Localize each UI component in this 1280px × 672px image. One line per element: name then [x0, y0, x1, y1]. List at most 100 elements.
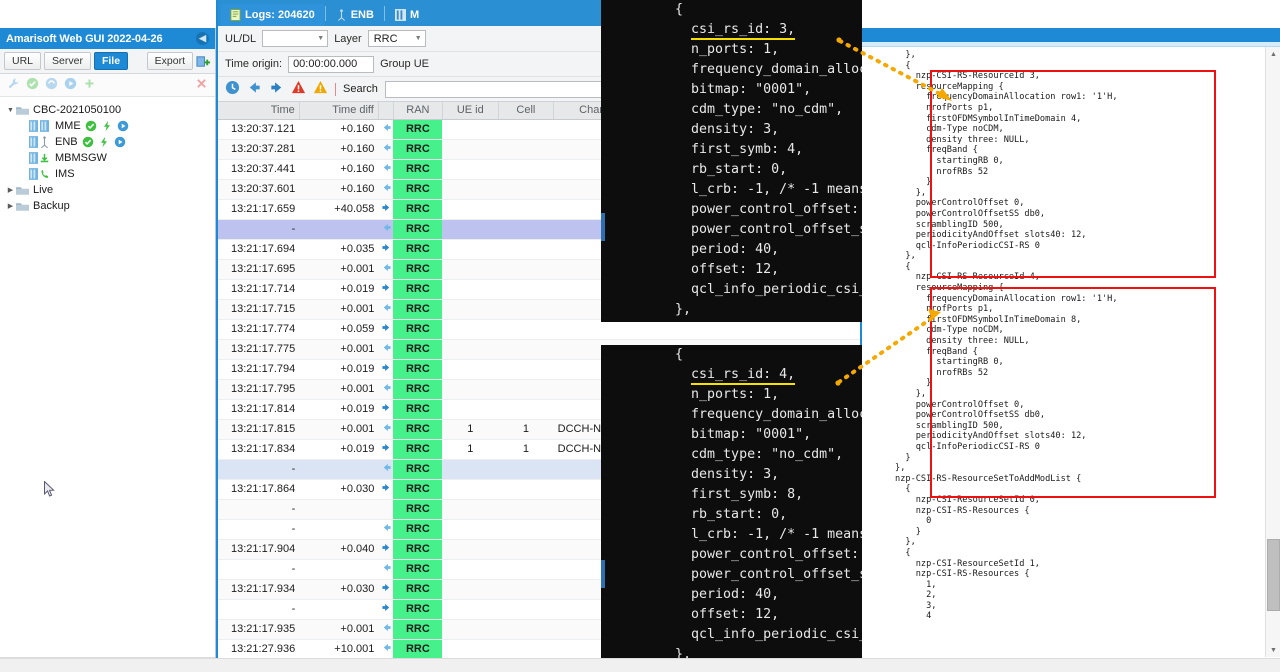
refresh-icon[interactable]: [45, 77, 58, 93]
download-icon: [40, 153, 49, 163]
warning-icon[interactable]: [313, 80, 328, 98]
delete-icon[interactable]: [195, 77, 208, 93]
cell-ran: RRC: [393, 419, 443, 440]
cell-cell: [498, 539, 554, 560]
cell-ran: RRC: [393, 139, 443, 160]
cell-direction: [378, 599, 394, 620]
tree-item-enb[interactable]: ENB: [3, 134, 215, 150]
bolt-icon: [100, 136, 107, 148]
cell-time-diff: [299, 219, 379, 240]
plus-icon[interactable]: [83, 77, 96, 93]
code-scroll-marker-bottom: [601, 560, 605, 588]
cell-ran: RRC: [393, 559, 443, 580]
column-ran[interactable]: RAN: [393, 102, 443, 120]
play-circle-icon[interactable]: [64, 77, 77, 93]
phone-icon: [41, 169, 49, 179]
check-circle-icon[interactable]: [26, 77, 39, 93]
cell-time: 13:21:17.815: [218, 419, 300, 440]
tree-item-label: Backup: [33, 200, 70, 212]
cell-ran: RRC: [393, 219, 443, 240]
tree-item-backup[interactable]: ▶ Backup: [3, 198, 215, 214]
tree-item-cbc[interactable]: ▼ CBC-2021050100: [3, 102, 215, 118]
cell-time-diff: +0.160: [299, 139, 379, 160]
scroll-down-icon[interactable]: ▼: [1266, 643, 1280, 657]
cell-time-diff: +0.019: [299, 399, 379, 420]
cell-ue-id: [442, 239, 499, 260]
cell-ue-id: [442, 619, 499, 640]
tree-item-mme[interactable]: MME: [3, 118, 215, 134]
cell-time: -: [218, 219, 300, 240]
left-panel-toolbar: URL Server File Export: [0, 49, 215, 74]
chevron-left-icon[interactable]: ◀: [196, 32, 209, 45]
cell-time: 13:21:27.936: [218, 639, 300, 660]
server-icon: [29, 152, 38, 164]
uldl-select[interactable]: ▼: [262, 30, 329, 47]
cell-direction: [378, 139, 394, 160]
cell-time-diff: +0.019: [299, 359, 379, 380]
tab-enb[interactable]: ENB: [326, 4, 383, 26]
clock-icon[interactable]: [225, 80, 240, 98]
cell-time: 13:21:17.659: [218, 199, 300, 220]
cell-time-diff: +0.001: [299, 299, 379, 320]
column-cell[interactable]: Cell: [498, 102, 555, 120]
server-button[interactable]: Server: [44, 52, 91, 70]
tree-item-label: Live: [33, 184, 54, 196]
cell-cell: [498, 459, 554, 480]
cell-time-diff: +0.019: [299, 439, 379, 460]
page-horizontal-scrollbar[interactable]: [0, 658, 1280, 672]
wrench-icon[interactable]: [7, 77, 20, 93]
cell-ue-id: [442, 119, 499, 140]
cell-direction: [378, 559, 394, 580]
cell-ue-id: [442, 599, 499, 620]
cell-ue-id: [442, 499, 499, 520]
tab-logs[interactable]: Logs: 204620: [221, 4, 324, 26]
column-time[interactable]: Time: [218, 102, 300, 120]
server-tree[interactable]: ▼ CBC-2021050100 MME ENB MBMSGW IMS ▶ Li…: [0, 97, 215, 214]
tree-item-mbmsgw[interactable]: MBMSGW: [3, 150, 215, 166]
cell-time: 13:21:17.934: [218, 579, 300, 600]
expand-arrow-icon[interactable]: ▶: [5, 202, 16, 210]
right-panel-vertical-scrollbar[interactable]: ▲ ▼: [1265, 47, 1280, 657]
add-node-icon[interactable]: [196, 54, 211, 69]
layer-select[interactable]: RRC ▼: [367, 30, 426, 47]
table-row[interactable]: 13:21:17.774 +0.059 RRC: [218, 319, 860, 340]
cell-ue-id: [442, 259, 499, 280]
cell-ran: RRC: [393, 539, 443, 560]
expand-arrow-icon[interactable]: ▶: [5, 186, 16, 194]
cell-time: 13:21:17.834: [218, 439, 300, 460]
tree-item-live[interactable]: ▶ Live: [3, 182, 215, 198]
export-button[interactable]: Export: [146, 52, 193, 70]
tree-item-label: IMS: [55, 168, 75, 180]
scrollbar-thumb[interactable]: [1267, 539, 1280, 611]
forward-arrow-icon[interactable]: [269, 80, 284, 98]
cell-ran: RRC: [393, 639, 443, 660]
cell-time: -: [218, 459, 300, 480]
time-origin-input[interactable]: 00:00:00.000: [288, 55, 375, 73]
cell-time: 13:21:17.864: [218, 479, 300, 500]
tab-mme[interactable]: M: [385, 4, 429, 26]
cell-ue-id: [442, 539, 499, 560]
scroll-up-icon[interactable]: ▲: [1266, 47, 1280, 61]
error-icon[interactable]: [291, 80, 306, 98]
asn1-text: }, { nzp-CSI-RS-ResourceId 3, resourceMa…: [895, 50, 1118, 622]
cell-cell: [498, 239, 554, 260]
cell-ue-id: [442, 359, 499, 380]
expand-arrow-icon[interactable]: ▼: [5, 107, 16, 114]
column-time-diff[interactable]: Time diff: [299, 102, 379, 120]
cell-direction: [378, 539, 394, 560]
cell-direction: [378, 339, 394, 360]
document-icon: [230, 9, 241, 21]
cell-time-diff: [299, 559, 379, 580]
tree-item-ims[interactable]: IMS: [3, 166, 215, 182]
url-button[interactable]: URL: [4, 52, 42, 70]
search-label: Search: [343, 83, 378, 95]
cell-time-diff: +0.001: [299, 379, 379, 400]
cell-ue-id: [442, 479, 499, 500]
cell-direction: [378, 259, 394, 280]
back-arrow-icon[interactable]: [247, 80, 262, 98]
file-button[interactable]: File: [93, 52, 129, 70]
cell-cell: 1: [498, 439, 554, 460]
column-ue-id[interactable]: UE id: [442, 102, 499, 120]
column-direction[interactable]: [378, 102, 394, 120]
logs-window: Logs: 204620 ENB M UL/DL ▼ Layer RRC ▼ T…: [216, 0, 1076, 672]
